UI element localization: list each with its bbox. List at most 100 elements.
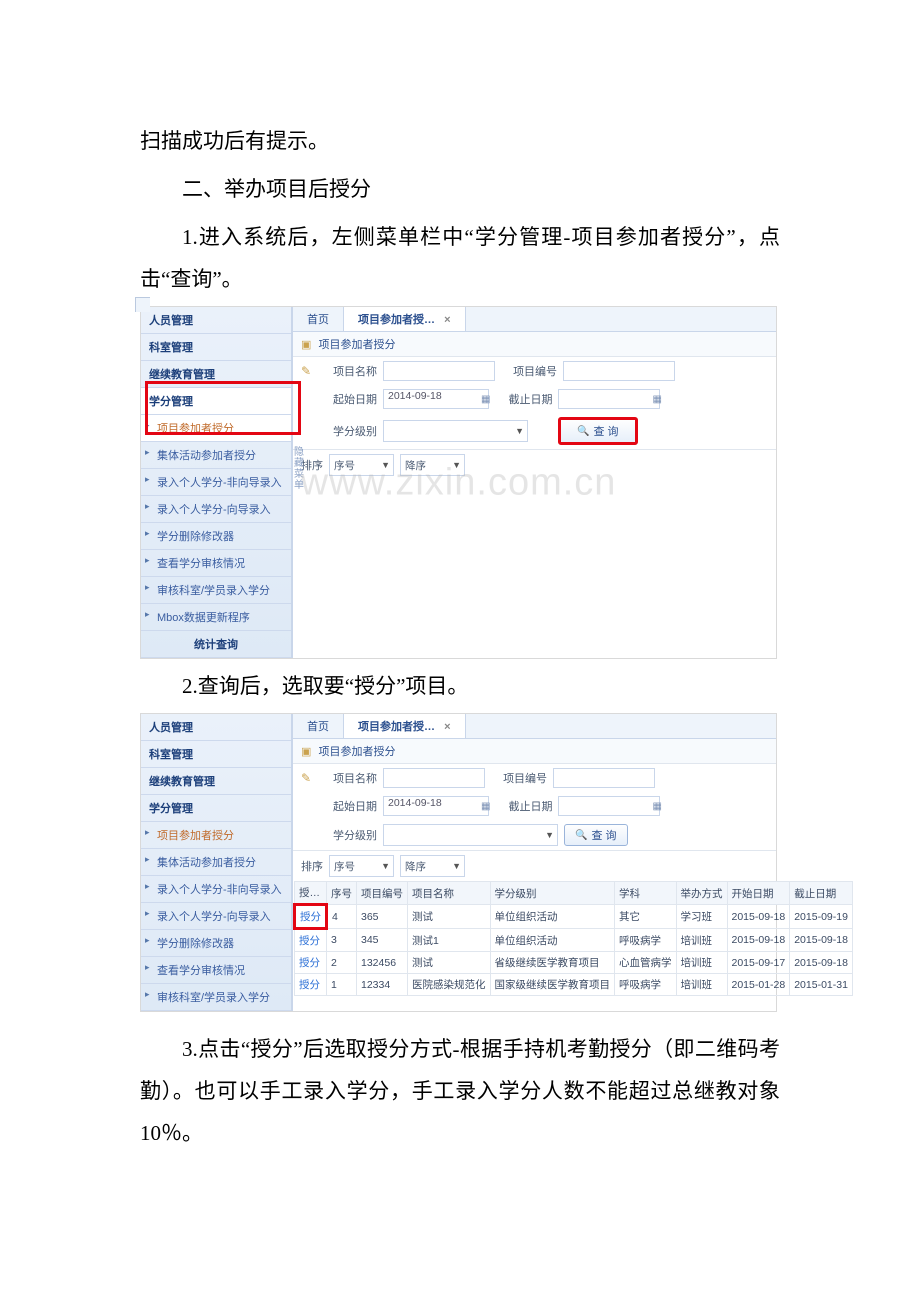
cell: 培训班	[676, 929, 727, 952]
tab-label: 项目参加者授…	[358, 721, 435, 733]
cell: 其它	[615, 905, 677, 929]
cell: 国家级继续医学教育项目	[490, 974, 615, 996]
cell: 2015-09-18	[790, 952, 853, 974]
sidebar-item[interactable]: 科室管理	[141, 334, 291, 361]
sort-field-select[interactable]: 序号 ▼	[329, 855, 394, 877]
credit-level-select[interactable]: ▼	[383, 420, 528, 442]
sidebar-item[interactable]: 继续教育管理	[141, 361, 291, 388]
tab-label: 项目参加者授…	[358, 314, 435, 326]
chevron-down-icon: ▼	[381, 861, 390, 871]
grant-link[interactable]: 授分	[295, 929, 327, 952]
cell: 心血管病学	[615, 952, 677, 974]
sidebar-item[interactable]: 项目参加者授分	[141, 822, 291, 849]
sort-order-select[interactable]: 降序 ▼	[400, 454, 465, 476]
hide-menu-handle[interactable]: 隐藏菜单	[293, 447, 305, 491]
folder-icon: ▣	[301, 745, 311, 758]
paragraph: 1.进入系统后，左侧菜单栏中“学分管理-项目参加者授分”，点击“查询”。	[140, 216, 780, 300]
sidebar-item[interactable]: 查看学分审核情况	[141, 550, 291, 577]
end-date-input[interactable]	[558, 389, 660, 409]
sidebar-item[interactable]: 录入个人学分-非向导录入	[141, 469, 291, 496]
tab-active[interactable]: 项目参加者授… ×	[344, 307, 466, 331]
sidebar-item[interactable]: 人员管理	[141, 307, 291, 334]
sidebar-item[interactable]: 录入个人学分-向导录入	[141, 903, 291, 930]
sidebar-item[interactable]: 统计查询	[141, 631, 291, 658]
label-project-name: 项目名称	[321, 363, 377, 379]
project-name-input[interactable]	[383, 361, 495, 381]
sidebar: 人员管理 科室管理 继续教育管理 学分管理 项目参加者授分 集体活动参加者授分 …	[141, 714, 292, 1011]
results-table: 授… 序号 项目编号 项目名称 学分级别 学科 举办方式 开始日期 截止日期	[293, 881, 853, 996]
tab-home[interactable]: 首页	[293, 714, 344, 738]
cell: 2015-09-18	[727, 905, 790, 929]
calendar-icon[interactable]: ▦	[652, 394, 661, 405]
start-date-input[interactable]: 2014-09-18	[383, 389, 489, 409]
sidebar-item[interactable]: 查看学分审核情况	[141, 957, 291, 984]
paragraph: 3.点击“授分”后选取授分方式-根据手持机考勤授分（即二维码考勤）。也可以手工录…	[140, 1028, 780, 1154]
sidebar-item[interactable]: 集体活动参加者授分	[141, 442, 291, 469]
cell: 3	[327, 929, 357, 952]
cell: 培训班	[676, 952, 727, 974]
project-code-input[interactable]	[553, 768, 655, 788]
sidebar-item-credit-mgmt[interactable]: 学分管理	[141, 388, 291, 415]
sort-order-select[interactable]: 降序 ▼	[400, 855, 465, 877]
chevron-down-icon: ▼	[515, 426, 524, 436]
cell: 2015-09-19	[790, 905, 853, 929]
cell: 2015-09-18	[727, 929, 790, 952]
sort-field-select[interactable]: 序号 ▼	[329, 454, 394, 476]
query-button[interactable]: 🔍 查 询	[558, 417, 638, 445]
tab-active[interactable]: 项目参加者授… ×	[344, 714, 466, 738]
end-date-input[interactable]	[558, 796, 660, 816]
cell: 2015-09-18	[790, 929, 853, 952]
main-pane: 首页 项目参加者授… × ▣ 项目参加者授分 ✎ 项目名称 项目编号	[292, 714, 776, 1011]
cell: 测试	[408, 952, 491, 974]
grant-link[interactable]: 授分	[295, 974, 327, 996]
label-credit-level: 学分级别	[321, 827, 377, 843]
sidebar-item[interactable]: 审核科室/学员录入学分	[141, 577, 291, 604]
cell: 365	[357, 905, 408, 929]
credit-level-select[interactable]: ▼	[383, 824, 558, 846]
calendar-icon[interactable]: ▦	[481, 801, 490, 812]
col-seq: 序号	[327, 882, 357, 905]
cell: 培训班	[676, 974, 727, 996]
sidebar-item[interactable]: 学分删除修改器	[141, 930, 291, 957]
label-start-date: 起始日期	[321, 798, 377, 814]
calendar-icon[interactable]: ▦	[652, 801, 661, 812]
cell: 2015-09-17	[727, 952, 790, 974]
cell: 医院感染规范化	[408, 974, 491, 996]
col-mode: 举办方式	[676, 882, 727, 905]
col-end: 截止日期	[790, 882, 853, 905]
grant-link[interactable]: 授分	[295, 952, 327, 974]
grant-link[interactable]: 授分	[295, 905, 327, 929]
cell: 132456	[357, 952, 408, 974]
sidebar-item[interactable]: 学分删除修改器	[141, 523, 291, 550]
sidebar-item[interactable]: 继续教育管理	[141, 768, 291, 795]
sidebar-item-participant-credit[interactable]: 项目参加者授分	[141, 415, 291, 442]
query-button[interactable]: 🔍 查 询	[564, 824, 628, 846]
section-heading: 二、举办项目后授分	[140, 168, 780, 210]
table-row: 授分 1 12334 医院感染规范化 国家级继续医学教育项目 呼吸病学 培训班 …	[295, 974, 853, 996]
sidebar-item[interactable]: 学分管理	[141, 795, 291, 822]
project-name-input[interactable]	[383, 768, 485, 788]
label-start-date: 起始日期	[321, 391, 377, 407]
screenshot-2: 人员管理 科室管理 继续教育管理 学分管理 项目参加者授分 集体活动参加者授分 …	[140, 713, 777, 1012]
cell: 2	[327, 952, 357, 974]
sidebar: 人员管理 科室管理 继续教育管理 学分管理 项目参加者授分 集体活动参加者授分 …	[141, 307, 292, 658]
close-icon[interactable]: ×	[444, 721, 450, 733]
sidebar-item[interactable]: 人员管理	[141, 714, 291, 741]
col-level: 学分级别	[490, 882, 615, 905]
close-icon[interactable]: ×	[444, 314, 450, 326]
cell: 单位组织活动	[490, 929, 615, 952]
sidebar-item[interactable]: 科室管理	[141, 741, 291, 768]
sidebar-item[interactable]: 录入个人学分-向导录入	[141, 496, 291, 523]
sidebar-item[interactable]: 集体活动参加者授分	[141, 849, 291, 876]
col-name: 项目名称	[408, 882, 491, 905]
tab-home[interactable]: 首页	[293, 307, 344, 331]
label-end-date: 截止日期	[496, 391, 552, 407]
sidebar-item[interactable]: Mbox数据更新程序	[141, 604, 291, 631]
main-pane: 首页 项目参加者授… × ▣ 项目参加者授分 ✎ 项目名称 项目编号	[292, 307, 776, 658]
label-end-date: 截止日期	[496, 798, 552, 814]
project-code-input[interactable]	[563, 361, 675, 381]
sidebar-item[interactable]: 录入个人学分-非向导录入	[141, 876, 291, 903]
start-date-input[interactable]: 2014-09-18	[383, 796, 489, 816]
sidebar-item[interactable]: 审核科室/学员录入学分	[141, 984, 291, 1011]
calendar-icon[interactable]: ▦	[481, 394, 490, 405]
